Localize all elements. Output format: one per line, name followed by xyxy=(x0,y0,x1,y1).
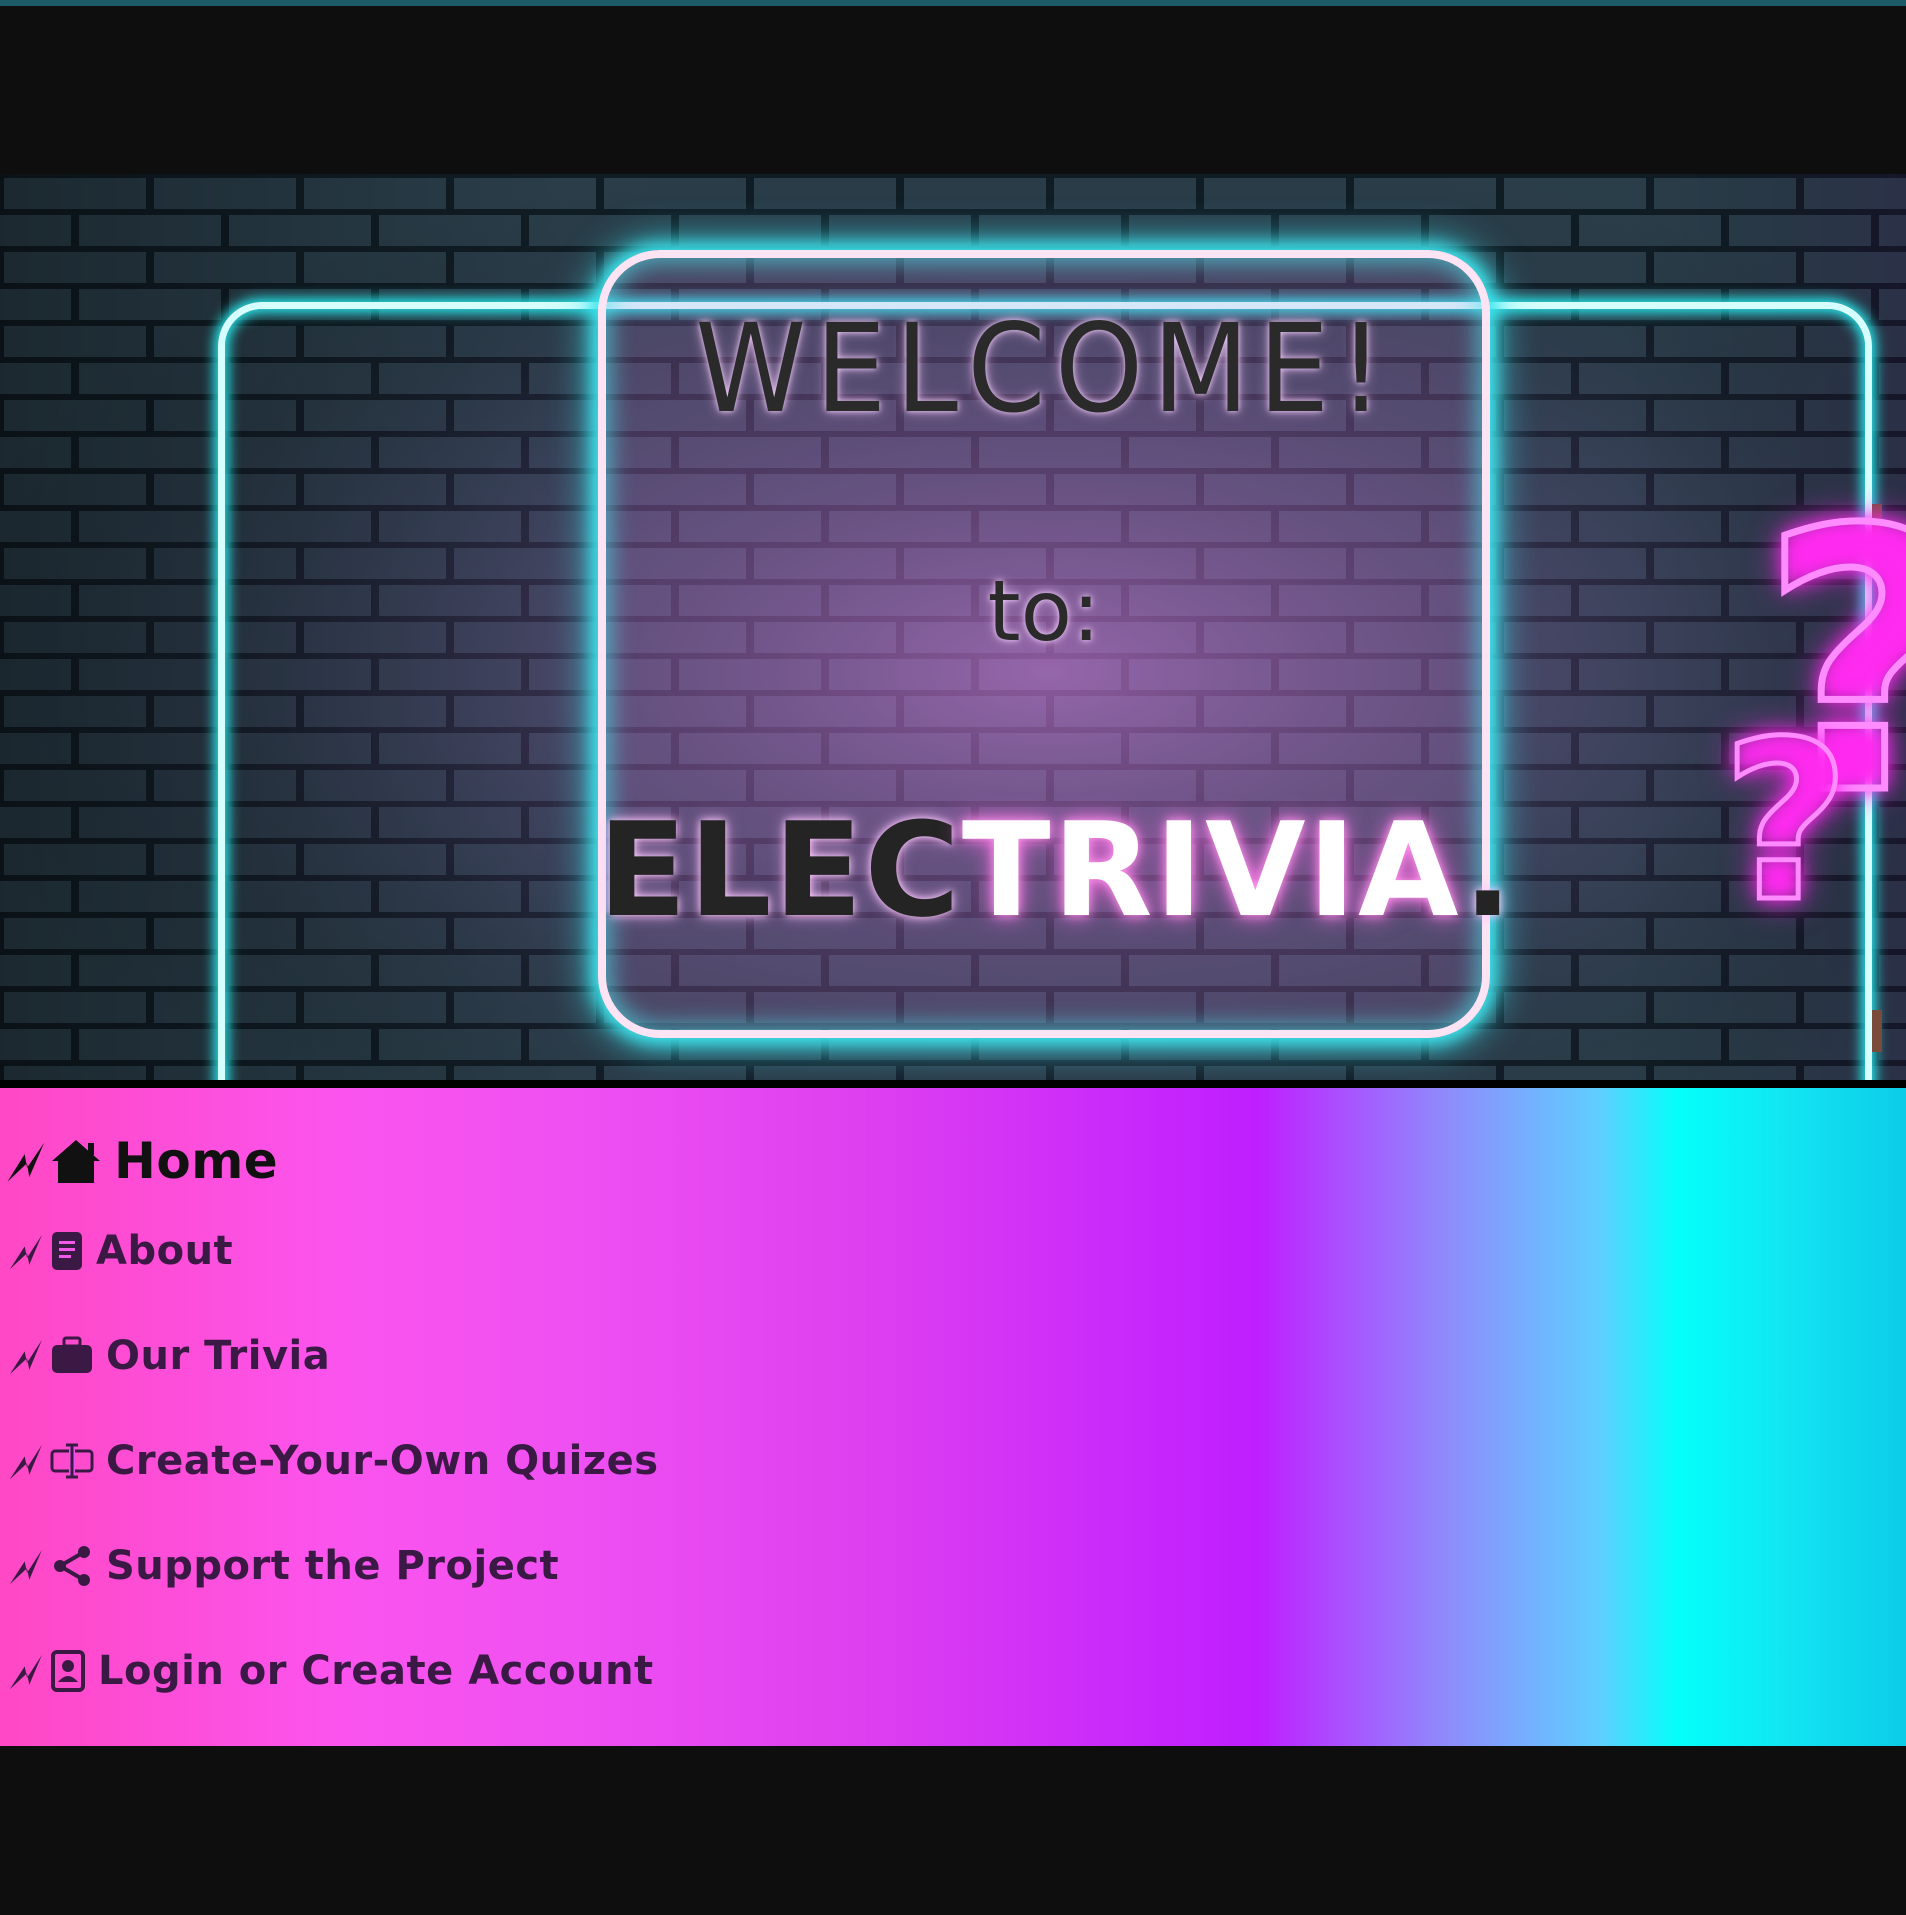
top-blank-area xyxy=(0,6,1906,174)
share-icon xyxy=(54,1546,90,1586)
nav-item-label: Home xyxy=(114,1132,279,1190)
nav-item-label: Login or Create Account xyxy=(98,1648,654,1694)
nav-item-support[interactable]: Support the Project xyxy=(0,1543,559,1589)
home-icon xyxy=(52,1140,100,1183)
main-navigation: Home About Our Trivia Create-Your-Own Qu… xyxy=(0,1080,1906,1746)
nav-item-home[interactable]: Home xyxy=(0,1132,278,1190)
neon-question-mark-small-icon: ? xyxy=(1720,692,1853,953)
nav-item-create-quizes[interactable]: Create-Your-Own Quizes xyxy=(0,1438,659,1484)
bottom-blank-area xyxy=(0,1746,1906,1915)
nav-item-about[interactable]: About xyxy=(0,1228,233,1274)
wire-clip xyxy=(1872,1010,1882,1052)
lightning-bolt-icon xyxy=(9,1234,42,1270)
hero-banner: ? ? WELCOME! to: ELECTRIVIA. xyxy=(0,174,1906,1080)
brand-dot: . xyxy=(1463,794,1515,946)
nav-item-label: Support the Project xyxy=(106,1543,560,1589)
brand-logo-text: ELECTRIVIA. xyxy=(598,794,1512,946)
nav-item-label: Create-Your-Own Quizes xyxy=(106,1438,659,1484)
nav-item-login[interactable]: Login or Create Account xyxy=(0,1648,654,1694)
welcome-heading: WELCOME! xyxy=(695,298,1393,440)
welcome-to-text: to: xyxy=(987,562,1101,660)
brand-part-elec: ELEC xyxy=(598,794,962,946)
nav-item-our-trivia[interactable]: Our Trivia xyxy=(0,1333,330,1379)
text-cursor-icon xyxy=(50,1443,94,1479)
lightning-bolt-icon xyxy=(9,1444,42,1480)
nav-item-label: About xyxy=(96,1228,234,1274)
lightning-bolt-icon xyxy=(7,1142,45,1182)
lightning-bolt-icon xyxy=(9,1549,42,1585)
document-icon xyxy=(52,1232,82,1270)
contact-icon xyxy=(51,1650,85,1692)
brand-part-trivia: TRIVIA xyxy=(961,794,1464,946)
lightning-bolt-icon xyxy=(9,1339,42,1375)
lightning-bolt-icon xyxy=(9,1654,42,1690)
briefcase-icon xyxy=(52,1336,92,1373)
nav-item-label: Our Trivia xyxy=(106,1333,331,1379)
